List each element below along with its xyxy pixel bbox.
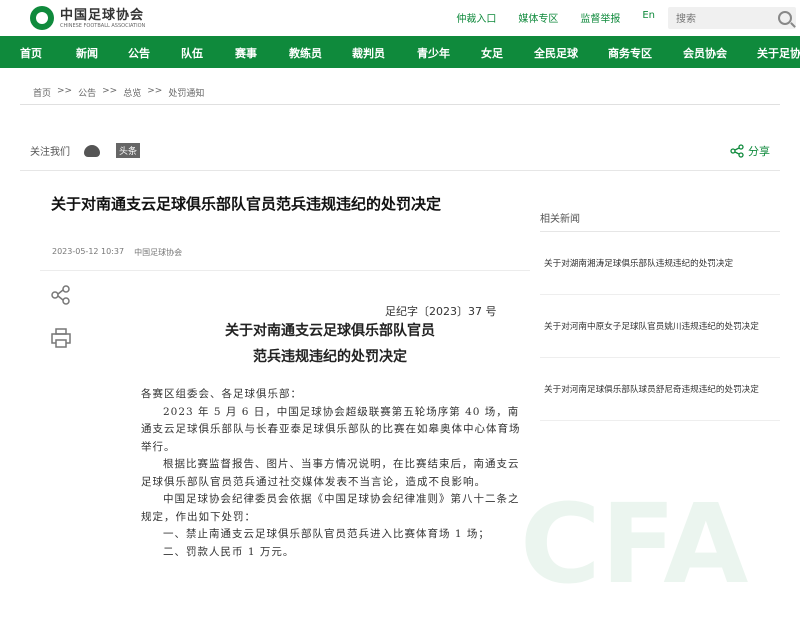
body-paragraph: 一、禁止南通支云足球俱乐部队官员范兵进入比赛体育场 1 场； (163, 528, 490, 540)
nav-item-grassroots[interactable]: 全民足球 (534, 45, 578, 61)
search-icon[interactable] (778, 11, 792, 25)
nav-item-home[interactable]: 首页 (20, 45, 42, 61)
article-source: 中国足球协会 (134, 248, 183, 257)
arbitration-link[interactable]: 仲裁入口 (456, 10, 496, 25)
related-news-item[interactable]: 关于对河南足球俱乐部队球员舒尼奇违规违纪的处罚决定 (540, 358, 780, 421)
cfa-badge-icon (30, 6, 54, 30)
main-nav: 首页 新闻 公告 队伍 赛事 教练员 裁判员 青少年 女足 全民足球 商务专区 … (0, 36, 800, 68)
breadcrumb-penalty-notices[interactable]: 处罚通知 (168, 86, 204, 99)
toutiao-icon[interactable]: 头条 (116, 143, 141, 158)
share-icon (730, 144, 744, 158)
report-link[interactable]: 监督举报 (580, 10, 620, 25)
body-paragraph: 2023 年 5 月 6 日，中国足球协会超级联赛第五轮场序第 40 场，南通支… (141, 405, 521, 453)
body-paragraph: 中国足球协会纪律委员会依据《中国足球协会纪律准则》第八十二条之规定，作出如下处罚… (141, 493, 520, 523)
nav-item-youth[interactable]: 青少年 (417, 45, 450, 61)
article-body: 各赛区组委会、各足球俱乐部： 2023 年 5 月 6 日，中国足球协会超级联赛… (141, 386, 526, 561)
article-title: 关于对南通支云足球俱乐部队官员范兵违规违纪的处罚决定 (51, 195, 442, 213)
document-title: 关于对南通支云足球俱乐部队官员 范兵违规违纪的处罚决定 (140, 318, 520, 370)
nav-item-members[interactable]: 会员协会 (683, 45, 727, 61)
print-icon[interactable] (50, 327, 72, 349)
search-box (668, 7, 796, 31)
related-news-item[interactable]: 关于对河南中原女子足球队官员姚川违规违纪的处罚决定 (540, 295, 780, 358)
related-news-item[interactable]: 关于对湖南湘涛足球俱乐部队违规违纪的处罚决定 (540, 232, 780, 295)
breadcrumb-announcements[interactable]: 公告 (78, 86, 96, 99)
article-meta: 2023-05-12 10:37 中国足球协会 (52, 247, 182, 258)
breadcrumb-separator: >> (102, 86, 118, 96)
article-divider (40, 270, 530, 271)
top-links: 仲裁入口 媒体专区 监督举报 En (456, 10, 655, 25)
breadcrumb-overview[interactable]: 总览 (123, 86, 141, 99)
related-news: 相关新闻 关于对湖南湘涛足球俱乐部队违规违纪的处罚决定 关于对河南中原女子足球队… (540, 210, 780, 421)
follow-us: 关注我们 头条 (30, 143, 141, 158)
body-paragraph: 根据比赛监督报告、图片、当事方情况说明，在比赛结束后，南通支云足球俱乐部队官员范… (141, 458, 520, 488)
body-paragraph: 二、罚款人民币 1 万元。 (163, 545, 295, 558)
related-news-title: 相关新闻 (540, 214, 580, 225)
logo-subtitle: CHINESE FOOTBALL ASSOCIATION (60, 22, 146, 29)
section-divider (20, 170, 780, 171)
share-label: 分享 (748, 145, 770, 158)
document-number: 足纪字〔2023〕37 号 (385, 305, 497, 318)
document-title-line1: 关于对南通支云足球俱乐部队官员 (225, 323, 435, 339)
nav-item-womens[interactable]: 女足 (481, 45, 503, 61)
body-paragraph: 各赛区组委会、各足球俱乐部： (141, 388, 302, 400)
search-input[interactable] (668, 8, 776, 31)
share-button[interactable]: 分享 (730, 143, 770, 159)
top-bar: 中国足球协会 CHINESE FOOTBALL ASSOCIATION 仲裁入口… (0, 0, 800, 36)
nav-item-business[interactable]: 商务专区 (608, 45, 652, 61)
follow-label: 关注我们 (30, 147, 70, 158)
breadcrumb-home[interactable]: 首页 (33, 86, 51, 99)
breadcrumb-divider (20, 104, 780, 105)
watermark-logo: CFA (520, 480, 749, 608)
media-link[interactable]: 媒体专区 (518, 10, 558, 25)
share-icon[interactable] (50, 284, 72, 306)
nav-item-competitions[interactable]: 赛事 (235, 45, 257, 61)
document-title-line2: 范兵违规违纪的处罚决定 (253, 349, 407, 365)
article-date: 2023-05-12 10:37 (52, 247, 125, 256)
weibo-icon[interactable] (84, 144, 100, 157)
logo-title: 中国足球协会 (60, 7, 145, 23)
nav-item-coaches[interactable]: 教练员 (289, 45, 322, 61)
nav-item-news[interactable]: 新闻 (76, 45, 98, 61)
nav-item-about[interactable]: 关于足协 (757, 45, 800, 61)
nav-item-teams[interactable]: 队伍 (181, 45, 203, 61)
nav-item-referees[interactable]: 裁判员 (352, 45, 385, 61)
english-link[interactable]: En (642, 10, 655, 25)
breadcrumb-separator: >> (57, 86, 73, 96)
nav-item-announcements[interactable]: 公告 (128, 45, 150, 61)
cfa-logo[interactable]: 中国足球协会 CHINESE FOOTBALL ASSOCIATION (30, 4, 145, 32)
breadcrumb-separator: >> (147, 86, 163, 96)
breadcrumb: 首页 >> 公告 >> 总览 >> 处罚通知 (0, 81, 800, 103)
